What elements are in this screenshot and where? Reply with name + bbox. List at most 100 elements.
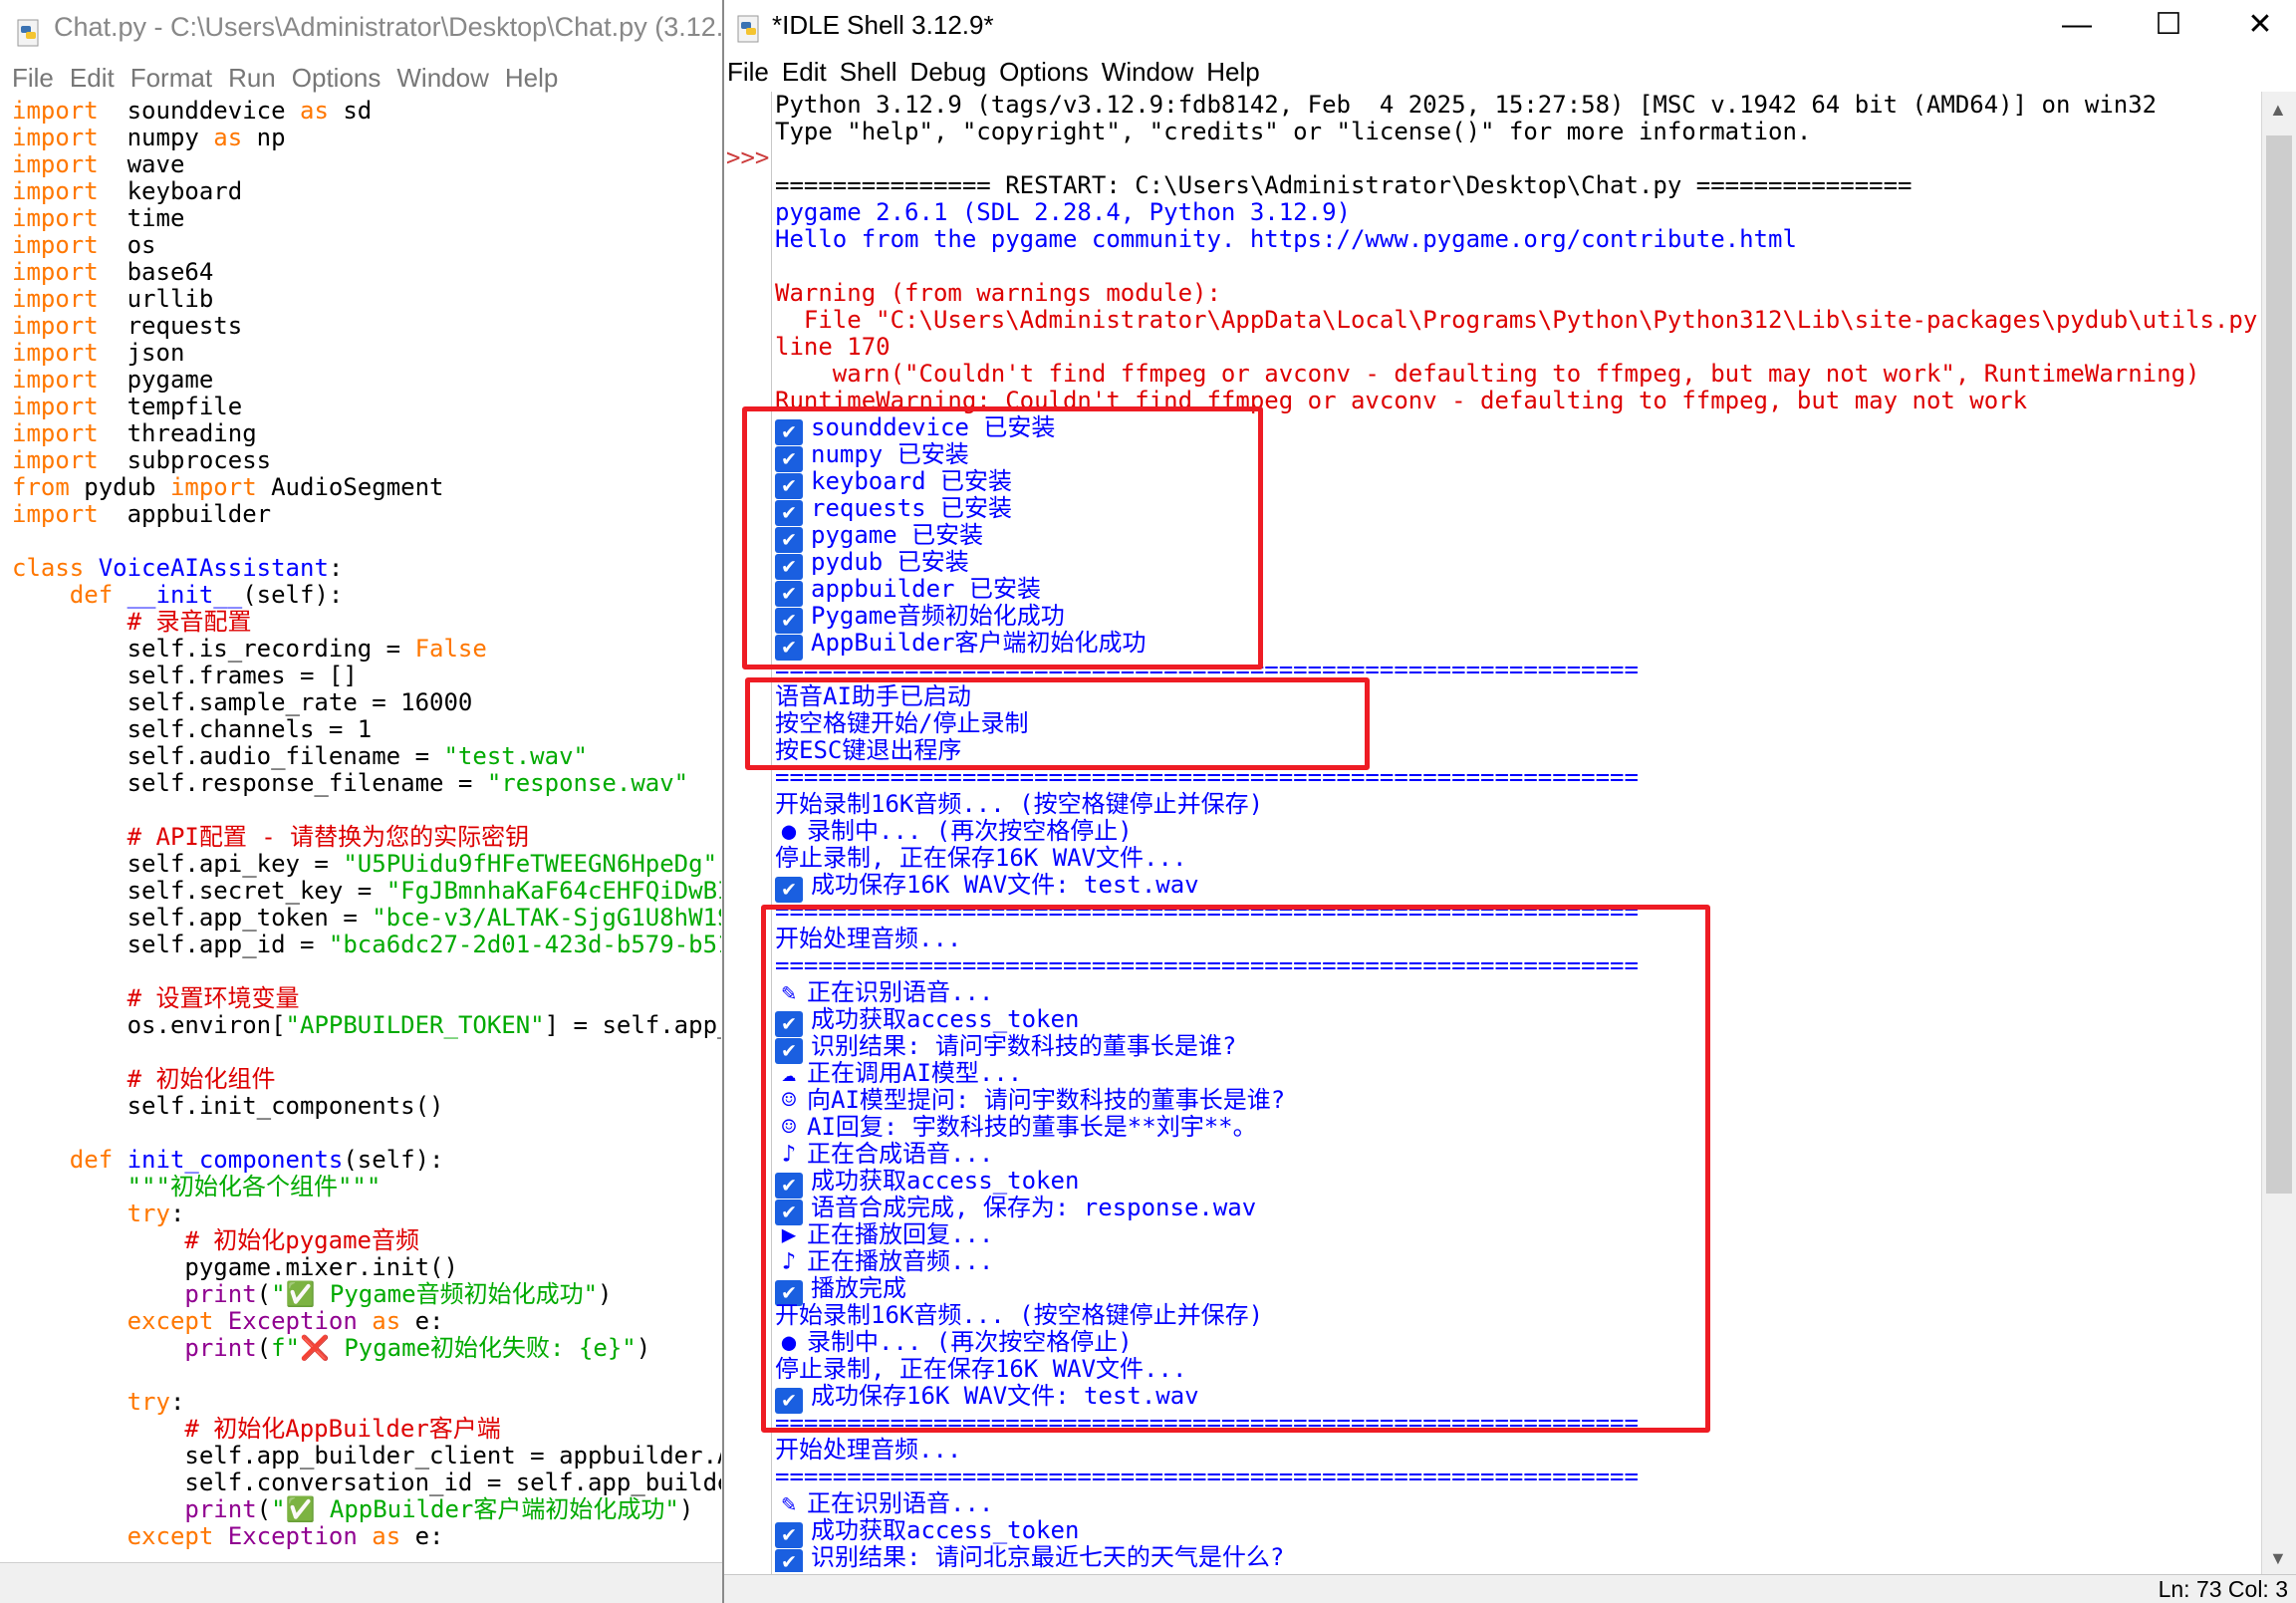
- editor-menu-file[interactable]: File: [12, 63, 54, 93]
- code-line[interactable]: # 初始化AppBuilder客户端: [12, 1416, 721, 1443]
- code-line[interactable]: os.environ["APPBUILDER_TOKEN"] = self.ap…: [12, 1012, 721, 1039]
- code-line[interactable]: """初始化各个组件""": [12, 1174, 721, 1201]
- code-line[interactable]: self.conversation_id = self.app_builder: [12, 1469, 721, 1496]
- code-line[interactable]: from pydub import AudioSegment: [12, 474, 721, 501]
- scroll-up-arrow-icon[interactable]: ▲: [2269, 100, 2287, 121]
- code-line[interactable]: try:: [12, 1201, 721, 1227]
- shell-menu-options[interactable]: Options: [999, 57, 1089, 87]
- editor-menu-window[interactable]: Window: [396, 63, 488, 93]
- code-line[interactable]: import os: [12, 232, 721, 259]
- code-line[interactable]: # API配置 - 请替换为您的实际密钥: [12, 824, 721, 851]
- shell-output-line[interactable]: [775, 145, 2269, 172]
- code-line[interactable]: import pygame: [12, 367, 721, 394]
- shell-output-line[interactable]: Warning (from warnings module):: [775, 280, 2269, 307]
- editor-menu-format[interactable]: Format: [130, 63, 212, 93]
- code-line[interactable]: except Exception as e:: [12, 1308, 721, 1335]
- code-line[interactable]: import time: [12, 205, 721, 232]
- shell-output-line[interactable]: ✔ 识别结果: 请问北京最近七天的天气是什么?: [775, 1544, 2269, 1572]
- code-line[interactable]: self.app_builder_client = appbuilder.Ap: [12, 1443, 721, 1469]
- code-line[interactable]: self.secret_key = "FgJBmnhaKaF64cEHFQiDw…: [12, 878, 721, 905]
- shell-menu-window[interactable]: Window: [1102, 57, 1193, 87]
- code-line[interactable]: def init_components(self):: [12, 1147, 721, 1174]
- code-line[interactable]: print(f"❌ Pygame初始化失败: {e}"): [12, 1335, 721, 1362]
- shell-output-line[interactable]: 开始录制16K音频... (按空格键停止并保存): [775, 791, 2269, 818]
- code-line[interactable]: import tempfile: [12, 394, 721, 420]
- code-line[interactable]: self.is_recording = False: [12, 636, 721, 663]
- code-line[interactable]: [12, 1362, 721, 1389]
- code-line[interactable]: import keyboard: [12, 178, 721, 205]
- code-line[interactable]: self.frames = []: [12, 663, 721, 689]
- code-line[interactable]: import threading: [12, 420, 721, 447]
- code-line[interactable]: except Exception as e:: [12, 1523, 721, 1550]
- code-line[interactable]: import subprocess: [12, 447, 721, 474]
- code-line[interactable]: import requests: [12, 313, 721, 340]
- code-line[interactable]: [12, 1120, 721, 1147]
- code-line[interactable]: import sounddevice as sd: [12, 98, 721, 125]
- shell-menu-shell[interactable]: Shell: [840, 57, 897, 87]
- shell-output-line[interactable]: =============== RESTART: C:\Users\Admini…: [775, 172, 2269, 199]
- shell-output-line[interactable]: 开始处理音频...: [775, 1437, 2269, 1464]
- shell-output-line[interactable]: Hello from the pygame community. https:/…: [775, 226, 2269, 253]
- shell-output-line[interactable]: ========================================…: [775, 1464, 2269, 1490]
- scrollbar-thumb[interactable]: [2266, 135, 2292, 1194]
- editor-titlebar[interactable]: Chat.py - C:\Users\Administrator\Desktop…: [0, 0, 722, 54]
- editor-horizontal-scrollbar[interactable]: [0, 1562, 722, 1603]
- editor-menu-edit[interactable]: Edit: [70, 63, 115, 93]
- shell-output-line[interactable]: pygame 2.6.1 (SDL 2.28.4, Python 3.12.9): [775, 199, 2269, 226]
- shell-output-line[interactable]: ✔ 成功保存16K WAV文件: test.wav: [775, 872, 2269, 903]
- code-line[interactable]: self.app_token = "bce-v3/ALTAK-SjgG1U8hW…: [12, 905, 721, 932]
- code-line[interactable]: # 录音配置: [12, 609, 721, 636]
- minimize-icon[interactable]: —: [2031, 0, 2123, 50]
- code-line[interactable]: print("✅ Pygame音频初始化成功"): [12, 1281, 721, 1308]
- code-line[interactable]: self.api_key = "U5PUidu9fHFeTWEEGN6HpeDg…: [12, 851, 721, 878]
- shell-output-line[interactable]: ✔ 成功获取access_token: [775, 1517, 2269, 1548]
- shell-menu-help[interactable]: Help: [1206, 57, 1259, 87]
- code-line[interactable]: def __init__(self):: [12, 582, 721, 609]
- code-line[interactable]: self.app_id = "bca6dc27-2d01-423d-b579-b…: [12, 932, 721, 958]
- shell-output-line[interactable]: File "C:\Users\Administrator\AppData\Loc…: [775, 307, 2269, 334]
- code-line[interactable]: [12, 797, 721, 824]
- code-line[interactable]: self.init_components(): [12, 1093, 721, 1120]
- shell-output-line[interactable]: [775, 253, 2269, 280]
- code-line[interactable]: pygame.mixer.init(): [12, 1254, 721, 1281]
- code-line[interactable]: import numpy as np: [12, 125, 721, 151]
- editor-code-area[interactable]: import sounddevice as sd import numpy as …: [12, 98, 721, 1560]
- code-line[interactable]: self.response_filename = "response.wav": [12, 770, 721, 797]
- maximize-icon[interactable]: ☐: [2123, 0, 2214, 50]
- code-line[interactable]: self.audio_filename = "test.wav": [12, 743, 721, 770]
- shell-vertical-scrollbar[interactable]: ▲ ▼: [2261, 92, 2296, 1576]
- code-line[interactable]: [12, 528, 721, 555]
- code-line[interactable]: import urllib: [12, 286, 721, 313]
- code-line[interactable]: [12, 1039, 721, 1066]
- shell-output-line[interactable]: 停止录制, 正在保存16K WAV文件...: [775, 845, 2269, 872]
- code-line[interactable]: import base64: [12, 259, 721, 286]
- shell-output-line[interactable]: Type "help", "copyright", "credits" or "…: [775, 119, 2269, 145]
- shell-output-line[interactable]: ✎ 正在识别语音...: [775, 1490, 2269, 1517]
- code-token: VoiceAIAssistant: [98, 554, 329, 582]
- shell-output-line[interactable]: Python 3.12.9 (tags/v3.12.9:fdb8142, Feb…: [775, 92, 2269, 119]
- editor-menu-help[interactable]: Help: [505, 63, 558, 93]
- code-line[interactable]: try:: [12, 1389, 721, 1416]
- code-line[interactable]: import json: [12, 340, 721, 367]
- shell-menu-edit[interactable]: Edit: [782, 57, 827, 87]
- editor-menu-options[interactable]: Options: [292, 63, 382, 93]
- shell-menu-debug[interactable]: Debug: [910, 57, 987, 87]
- scroll-down-arrow-icon[interactable]: ▼: [2269, 1548, 2287, 1569]
- code-line[interactable]: import appbuilder: [12, 501, 721, 528]
- code-line[interactable]: self.channels = 1: [12, 716, 721, 743]
- code-line[interactable]: [12, 958, 721, 985]
- code-line[interactable]: # 设置环境变量: [12, 985, 721, 1012]
- shell-output-line[interactable]: line 170: [775, 334, 2269, 361]
- code-line[interactable]: import wave: [12, 151, 721, 178]
- editor-menu-run[interactable]: Run: [228, 63, 276, 93]
- shell-output-line[interactable]: warn("Couldn't find ffmpeg or avconv - d…: [775, 361, 2269, 388]
- shell-titlebar[interactable]: *IDLE Shell 3.12.9* — ☐ ✕: [724, 0, 2296, 50]
- code-line[interactable]: # 初始化组件: [12, 1066, 721, 1093]
- shell-menu-file[interactable]: File: [727, 57, 769, 87]
- code-line[interactable]: class VoiceAIAssistant:: [12, 555, 721, 582]
- close-icon[interactable]: ✕: [2214, 0, 2296, 50]
- code-line[interactable]: # 初始化pygame音频: [12, 1227, 721, 1254]
- code-line[interactable]: self.sample_rate = 16000: [12, 689, 721, 716]
- code-line[interactable]: print("✅ AppBuilder客户端初始化成功"): [12, 1496, 721, 1523]
- shell-output-line[interactable]: ● 录制中... (再次按空格停止): [775, 818, 2269, 845]
